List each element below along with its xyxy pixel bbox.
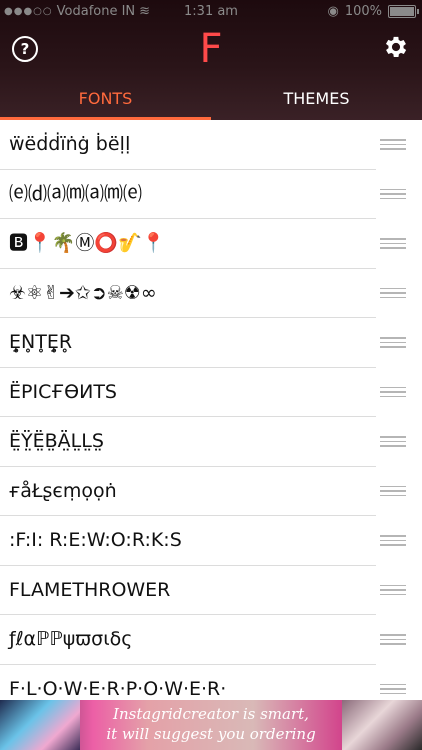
drag-handle-icon[interactable] [380, 287, 406, 299]
drag-handle-icon[interactable] [380, 188, 406, 200]
font-sample: ғåŁʂєṃọọṅ [9, 479, 117, 502]
font-sample: F·L·O·W·E·R·P·O·W·E·R· [9, 677, 227, 700]
tab-fonts[interactable]: FONTS [0, 78, 211, 120]
status-bar: ●●●○○ Vodafone IN ≋ 1:31 am ◉ 100% [0, 0, 422, 24]
font-row[interactable]: FLAMETHROWER [0, 566, 422, 615]
battery-icon [388, 5, 419, 18]
drag-handle-icon[interactable] [380, 584, 406, 596]
tab-themes[interactable]: THEMES [211, 78, 422, 120]
drag-handle-icon[interactable] [380, 238, 406, 249]
drag-handle-icon[interactable] [380, 337, 406, 348]
font-sample: FLAMETHROWER [9, 578, 171, 601]
drag-handle-icon[interactable] [380, 535, 406, 546]
font-row[interactable]: ғåŁʂєṃọọṅ [0, 467, 422, 516]
font-row[interactable]: Ȩ̥N̥T̥Ȩ̥R̥ [0, 318, 422, 368]
font-sample: Ë̤Ÿ̤Ë̤B̤Ä̤L̤L̤S̤ [9, 430, 104, 452]
app-header: ●●●○○ Vodafone IN ≋ 1:31 am ◉ 100% ? F F… [0, 0, 422, 120]
ad-line-1: Instagridcreator is smart, [113, 705, 309, 723]
font-row[interactable]: Ë̤Ÿ̤Ë̤B̤Ä̤L̤L̤S̤ [0, 417, 422, 467]
ad-line-2: it will suggest you ordering [106, 725, 316, 743]
drag-handle-icon[interactable] [380, 683, 406, 695]
font-sample: :F:I: R:E:W:O:R:K:S [9, 529, 182, 551]
font-sample: ЁРІСҒӨИТЅ [9, 380, 117, 403]
font-sample: ⒠⒟⒜⒨⒜⒨⒠ [9, 182, 143, 205]
font-sample: ẅëḋḋïṅġ ḃëḷḷ [9, 133, 131, 155]
font-row[interactable]: ⒠⒟⒜⒨⒜⒨⒠ [0, 170, 422, 219]
font-row[interactable]: ☣⚛✌➔✩➲☠☢∞ [0, 269, 422, 318]
app-logo: F [199, 26, 223, 72]
ad-image-left [0, 700, 80, 750]
font-sample: Ȩ̥N̥T̥Ȩ̥R̥ [9, 331, 73, 353]
drag-handle-icon[interactable] [380, 386, 406, 398]
ad-image-right [342, 700, 422, 750]
font-row[interactable]: :F:I: R:E:W:O:R:K:S [0, 516, 422, 566]
font-row[interactable]: F·L·O·W·E·R·P·O·W·E·R· [0, 665, 422, 701]
battery-percent: 100% [344, 4, 382, 19]
font-row[interactable]: ƒℓαℙℙψϖσιδς [0, 615, 422, 665]
font-sample: 🅱📍🌴Ⓜ⭕🎷📍 [9, 232, 166, 254]
drag-handle-icon[interactable] [380, 436, 406, 447]
font-sample: ☣⚛✌➔✩➲☠☢∞ [9, 281, 157, 304]
font-row[interactable]: ЁРІСҒӨИТЅ [0, 368, 422, 417]
font-row[interactable]: ẅëḋḋïṅġ ḃëḷḷ [0, 120, 422, 170]
font-row[interactable]: 🅱📍🌴Ⓜ⭕🎷📍 [0, 219, 422, 269]
font-list[interactable]: ẅëḋḋïṅġ ḃëḷḷ ⒠⒟⒜⒨⒜⒨⒠ 🅱📍🌴Ⓜ⭕🎷📍 ☣⚛✌➔✩➲☠☢∞ Ȩ… [0, 120, 422, 700]
drag-handle-icon[interactable] [380, 485, 406, 497]
ad-text: Instagridcreator is smart, it will sugge… [88, 704, 334, 744]
drag-handle-icon[interactable] [380, 139, 406, 150]
settings-gear-icon[interactable] [382, 33, 410, 61]
ad-banner[interactable]: Instagridcreator is smart, it will sugge… [0, 700, 422, 750]
tab-bar: FONTS THEMES [0, 78, 422, 120]
font-sample: ƒℓαℙℙψϖσιδς [9, 628, 133, 650]
orientation-lock-icon: ◉ [327, 4, 339, 19]
drag-handle-icon[interactable] [380, 634, 406, 645]
